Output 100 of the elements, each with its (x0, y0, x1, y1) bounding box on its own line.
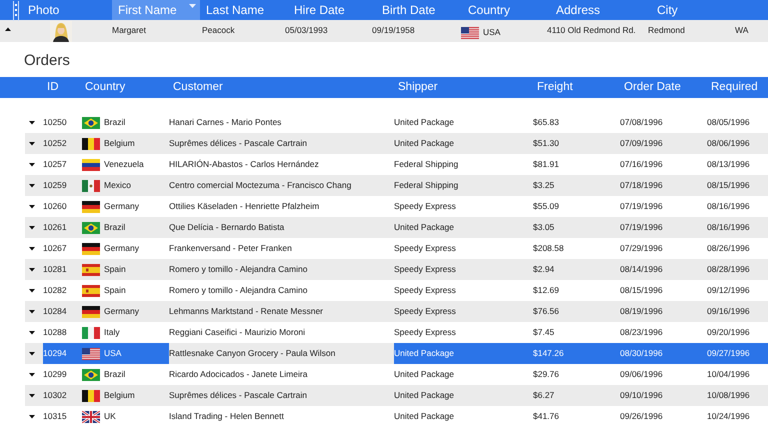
customer-cell: Lehmanns Marktstand - Renate Messner (169, 305, 324, 318)
table-row[interactable]: 10261 Brazil Que Delícia - Bernardo Batista United Package $3.05 07/19/1996 08/16/1996 (25, 217, 768, 238)
expand-caret-icon[interactable] (28, 119, 36, 126)
table-row[interactable]: 10299 Brazil Ricardo Adocicados - Janete Limeira United Package $29.76 09/06/1996 10/04/1996 (25, 364, 768, 385)
expand-caret-icon[interactable] (28, 287, 36, 294)
column-header[interactable]: Last Name (200, 0, 288, 20)
freight-cell: $3.05 (533, 221, 554, 234)
address-cell: 4110 Old Redmond Rd. (547, 24, 636, 37)
freight-cell: $76.56 (533, 305, 559, 318)
expand-caret-icon[interactable] (28, 245, 36, 252)
state-cell: WA (735, 24, 748, 37)
country-cell: Italy (104, 326, 120, 339)
table-row[interactable]: 10281 Spain Romero y tomillo - Alejandra Camino Speedy Express $2.94 08/14/1996 08/28/1996 (25, 259, 768, 280)
country-cell: USA (104, 347, 122, 360)
order-date-cell: 08/23/1996 (620, 326, 663, 339)
table-row[interactable]: 10257 Venezuela HILARIÓN-Abastos - Carlos Hernández Federal Shipping $81.91 07/16/1996 08/13/1996 (25, 154, 768, 175)
column-header[interactable]: Country (85, 81, 126, 93)
column-header[interactable]: Shipper (398, 81, 438, 93)
dropdown-caret-icon[interactable] (189, 4, 196, 9)
freight-cell: $2.94 (533, 263, 554, 276)
flag-icon (82, 222, 100, 234)
expand-caret-icon[interactable] (28, 182, 36, 189)
order-id-cell: 10284 (43, 305, 67, 318)
shipper-cell: United Package (394, 368, 454, 381)
customer-cell: Frankenversand - Peter Franken (169, 242, 292, 255)
freight-cell: $65.83 (533, 116, 559, 129)
expand-caret-icon[interactable] (28, 161, 36, 168)
expand-caret-icon[interactable] (28, 140, 36, 147)
expand-caret-icon[interactable] (28, 224, 36, 231)
country-cell: Spain (104, 263, 126, 276)
order-id-cell: 10250 (43, 116, 67, 129)
order-date-cell: 07/29/1996 (620, 242, 663, 255)
required-date-cell: 10/04/1996 (707, 368, 750, 381)
column-header[interactable]: Freight (537, 81, 573, 93)
column-header[interactable]: Photo (22, 0, 112, 20)
table-row[interactable]: 10294 USA Rattlesnake Canyon Grocery - Paula Wilson United Package $147.26 08/30/1996 09/27/1996 (25, 343, 768, 364)
table-row[interactable]: 10259 Mexico Centro comercial Moctezuma - Francisco Chang Federal Shipping $3.25 07/18/1996 08/15/1996 (25, 175, 768, 196)
expand-caret-icon[interactable] (28, 392, 36, 399)
collapse-caret-icon[interactable] (4, 26, 12, 33)
hire-date-cell: 05/03/1993 (285, 24, 328, 37)
required-date-cell: 08/16/1996 (707, 200, 750, 213)
country-cell: Venezuela (104, 158, 144, 171)
flag-icon (82, 242, 100, 254)
shipper-cell: Speedy Express (394, 305, 456, 318)
flag-icon (82, 390, 100, 402)
table-row[interactable]: 10250 Brazil Hanari Carnes - Mario Pontes United Package $65.83 07/08/1996 08/05/1996 (25, 112, 768, 133)
order-id-cell: 10288 (43, 326, 67, 339)
table-row[interactable]: 10315 UK Island Trading - Helen Bennett United Package $41.76 09/26/1996 10/24/1996 (25, 406, 768, 427)
column-header[interactable]: City (651, 0, 738, 20)
table-row[interactable]: 10260 Germany Ottilies Käseladen - Henriette Pfalzheim Speedy Express $55.09 07/19/1996 08/16/1996 (25, 196, 768, 217)
column-header[interactable]: Birth Date (376, 0, 462, 20)
section-title: Orders (24, 52, 70, 69)
table-row[interactable]: 10302 Belgium Suprêmes délices - Pascale Cartrain United Package $6.27 09/10/1996 10/08/1996 (25, 385, 768, 406)
column-gripper-icon[interactable] (13, 0, 19, 21)
expand-caret-icon[interactable] (28, 329, 36, 336)
order-id-cell: 10282 (43, 284, 67, 297)
expand-caret-icon[interactable] (28, 203, 36, 210)
column-header[interactable]: Country (462, 0, 550, 20)
country-cell: Belgium (104, 137, 135, 150)
table-row[interactable]: 10282 Spain Romero y tomillo - Alejandra Camino Speedy Express $12.69 08/15/1996 09/12/1996 (25, 280, 768, 301)
column-header[interactable]: Customer (173, 81, 223, 93)
freight-cell: $51.30 (533, 137, 559, 150)
country-cell: Germany (104, 242, 139, 255)
shipper-cell: United Package (394, 347, 454, 360)
expand-caret-icon[interactable] (28, 413, 36, 420)
column-header[interactable]: Order Date (624, 81, 681, 93)
expand-caret-icon[interactable] (28, 266, 36, 273)
required-date-cell: 08/16/1996 (707, 221, 750, 234)
required-date-cell: 10/24/1996 (707, 410, 750, 423)
freight-cell: $81.91 (533, 158, 559, 171)
column-header[interactable]: Required (711, 81, 758, 93)
shipper-cell: Speedy Express (394, 284, 456, 297)
expand-caret-icon[interactable] (28, 371, 36, 378)
freight-cell: $6.27 (533, 389, 554, 402)
required-date-cell: 08/05/1996 (707, 116, 750, 129)
country-cell: Brazil (104, 221, 126, 234)
table-row[interactable]: 10267 Germany Frankenversand - Peter Franken Speedy Express $208.58 07/29/1996 08/26/1996 (25, 238, 768, 259)
order-id-cell: 10281 (43, 263, 67, 276)
flag-icon (82, 368, 100, 380)
expand-caret-icon[interactable] (28, 350, 36, 357)
order-date-cell: 08/14/1996 (620, 263, 663, 276)
customer-cell: Que Delícia - Bernardo Batista (169, 221, 284, 234)
table-row[interactable]: 10288 Italy Reggiani Caseifici - Maurizio Moroni Speedy Express $7.45 08/23/1996 09/20/1996 (25, 322, 768, 343)
flag-icon (82, 116, 100, 128)
expand-caret-icon[interactable] (28, 308, 36, 315)
column-header[interactable]: Hire Date (288, 0, 376, 20)
table-row[interactable]: 10252 Belgium Suprêmes délices - Pascale Cartrain United Package $51.30 07/09/1996 08/06/1996 (25, 133, 768, 154)
table-row[interactable]: 10284 Germany Lehmanns Marktstand - Renate Messner Speedy Express $76.56 08/19/1996 09/16/1996 (25, 301, 768, 322)
shipper-cell: Speedy Express (394, 200, 456, 213)
customer-cell: Rattlesnake Canyon Grocery - Paula Wilson (169, 347, 336, 360)
column-header[interactable]: ID (47, 81, 58, 93)
shipper-cell: Speedy Express (394, 242, 456, 255)
country-cell: USA (483, 26, 500, 39)
order-date-cell: 08/15/1996 (620, 284, 663, 297)
flag-icon (82, 138, 100, 150)
shipper-cell: United Package (394, 116, 454, 129)
column-header[interactable]: Address (550, 0, 651, 20)
country-cell: Germany (104, 200, 139, 213)
required-date-cell: 09/20/1996 (707, 326, 750, 339)
customer-cell: Reggiani Caseifici - Maurizio Moroni (169, 326, 306, 339)
